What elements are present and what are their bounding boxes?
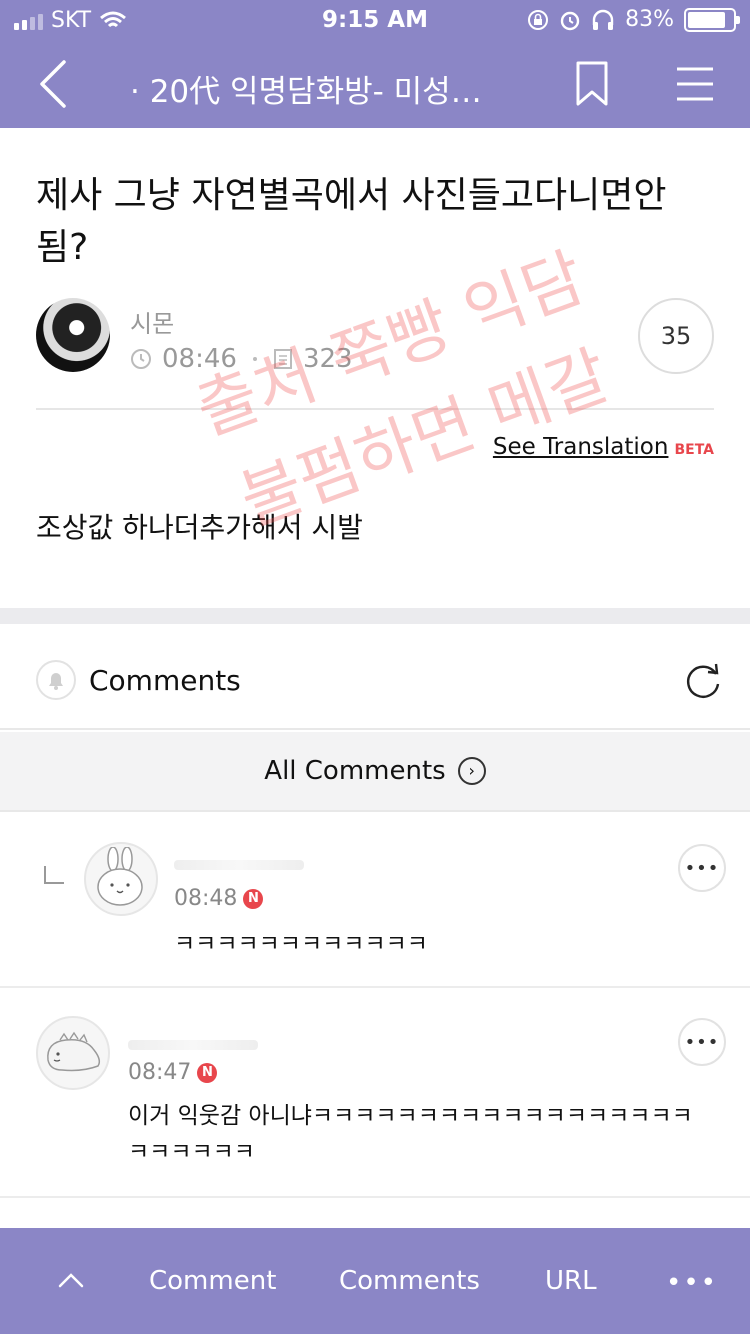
avatar[interactable] (36, 298, 110, 372)
alarm-icon (560, 11, 580, 30)
post: 제사 그냥 자연별곡에서 사진들고다니면안됨? 시몬 08:46 323 35 … (0, 128, 750, 608)
orientation-lock-icon (528, 9, 549, 30)
bookmark-icon[interactable] (574, 60, 610, 108)
comment-time-row: 08:47 N (128, 1060, 218, 1085)
headphones-icon (592, 9, 614, 30)
bottom-toolbar: Comment Comments URL ••• (0, 1228, 750, 1334)
all-comments-button[interactable]: All Comments › (0, 732, 750, 812)
bell-icon[interactable] (36, 660, 76, 700)
comment-button[interactable]: Comment (149, 1266, 276, 1296)
status-bar: SKT 9:15 AM 83% (0, 0, 750, 40)
post-meta: 08:46 323 (130, 344, 353, 374)
dinosaur-icon (47, 1031, 101, 1072)
beta-badge: BETA (674, 442, 714, 458)
translate-row: See Translation BETA (493, 434, 714, 460)
comments-button[interactable]: Comments (339, 1266, 480, 1296)
rabbit-avatar[interactable] (84, 842, 158, 916)
new-badge: N (197, 1062, 218, 1083)
section-divider (0, 608, 750, 624)
more-icon[interactable]: ••• (666, 1268, 718, 1298)
post-time: 08:46 (162, 344, 237, 374)
page-title: · 20代 익명담화방- 미성… (130, 74, 482, 110)
battery-icon (684, 7, 740, 32)
top-bar: SKT 9:15 AM 83% · 20代 익명담화방- 미성… (0, 0, 750, 128)
bell-glyph-icon (49, 673, 63, 690)
like-count-button[interactable]: 35 (638, 298, 714, 374)
reply-indicator-icon (44, 866, 64, 884)
all-comments-label: All Comments (264, 756, 446, 786)
comment-item: 08:48 N ㅋㅋㅋㅋㅋㅋㅋㅋㅋㅋㅋㅋ ••• (0, 814, 750, 988)
comment-time: 08:48 (174, 886, 238, 911)
post-title: 제사 그냥 자연별곡에서 사진들고다니면안됨? (36, 175, 667, 268)
comments-header: Comments (0, 624, 750, 730)
views-icon (273, 349, 292, 369)
separator-dot (252, 357, 257, 361)
dinosaur-avatar[interactable] (36, 1016, 110, 1090)
see-translation-link[interactable]: See Translation (493, 434, 669, 460)
more-options-button[interactable]: ••• (678, 844, 726, 892)
blurred-username (128, 1040, 258, 1050)
scroll-top-icon[interactable] (58, 1268, 84, 1294)
back-icon[interactable] (30, 54, 80, 114)
comment-item: 08:47 N 이거 익웃감 아니냐ㅋㅋㅋㅋㅋㅋㅋㅋㅋㅋㅋㅋㅋㅋㅋㅋㅋㅋㅋㅋㅋㅋ… (0, 988, 750, 1198)
comment-text: ㅋㅋㅋㅋㅋㅋㅋㅋㅋㅋㅋㅋ (174, 931, 428, 957)
view-count: 323 (302, 344, 353, 374)
more-options-button[interactable]: ••• (678, 1018, 726, 1066)
battery-fill (688, 11, 725, 28)
rabbit-icon (97, 847, 143, 906)
refresh-icon[interactable] (682, 660, 724, 702)
clock-icon (131, 349, 151, 369)
url-button[interactable]: URL (545, 1266, 597, 1296)
comment-time-row: 08:48 N (174, 886, 264, 911)
comment-text: 이거 익웃감 아니냐ㅋㅋㅋㅋㅋㅋㅋㅋㅋㅋㅋㅋㅋㅋㅋㅋㅋㅋㅋㅋㅋㅋㅋㅋ (128, 1103, 693, 1165)
nav-bar: · 20代 익명담화방- 미성… (0, 40, 750, 128)
blurred-username (174, 860, 304, 870)
chevron-right-icon: › (457, 757, 486, 785)
author-name[interactable]: 시몬 (130, 304, 174, 339)
comment-time: 08:47 (128, 1060, 192, 1085)
divider (36, 408, 714, 410)
menu-icon[interactable] (674, 64, 716, 104)
comments-label: Comments (89, 664, 241, 697)
new-badge: N (243, 888, 264, 909)
battery-percent: 83% (625, 7, 674, 32)
post-body: 조상값 하나더추가해서 시발 (36, 511, 363, 544)
